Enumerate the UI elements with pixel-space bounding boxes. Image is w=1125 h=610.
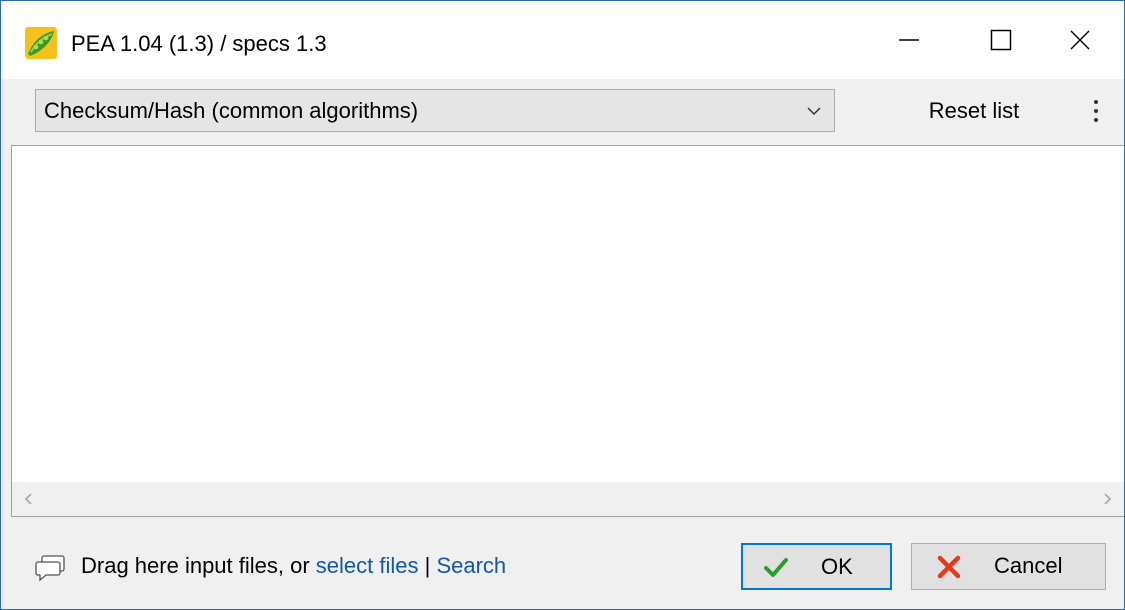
minimize-button[interactable]	[863, 1, 955, 79]
scroll-right-button[interactable]	[1090, 482, 1124, 516]
search-link[interactable]: Search	[436, 553, 506, 578]
reset-list-button[interactable]: Reset list	[919, 89, 1029, 132]
scroll-right-icon	[1104, 493, 1112, 505]
vertical-ellipsis-icon	[1094, 109, 1098, 113]
ok-button[interactable]: OK	[741, 543, 892, 590]
scroll-left-icon	[24, 493, 32, 505]
scroll-left-button[interactable]	[12, 482, 46, 516]
more-options-button[interactable]	[1081, 89, 1111, 132]
vertical-ellipsis-icon	[1094, 118, 1098, 122]
close-button[interactable]	[1035, 1, 1124, 79]
cancel-button[interactable]: Cancel	[911, 543, 1106, 590]
close-icon	[1069, 30, 1090, 50]
app-window: PEA 1.04 (1.3) / specs 1.3 Checksum/Hash…	[0, 0, 1125, 610]
input-files-panel[interactable]	[11, 145, 1124, 517]
maximize-button[interactable]	[955, 1, 1047, 79]
maximize-icon	[990, 29, 1012, 51]
window-title: PEA 1.04 (1.3) / specs 1.3	[71, 31, 327, 56]
title-bar[interactable]: PEA 1.04 (1.3) / specs 1.3	[1, 1, 1124, 79]
vertical-ellipsis-icon	[1094, 100, 1098, 104]
cross-icon	[937, 555, 961, 579]
select-files-link[interactable]: select files	[316, 553, 419, 578]
pea-pod-icon	[25, 27, 57, 59]
chevron-down-icon	[807, 107, 821, 116]
preset-dropdown[interactable]: Checksum/Hash (common algorithms)	[35, 89, 835, 132]
footer: Drag here input files, or select files |…	[1, 518, 1124, 609]
drop-hint: Drag here input files, or select files |…	[81, 550, 506, 582]
link-separator: |	[418, 553, 437, 578]
horizontal-scrollbar[interactable]	[12, 482, 1124, 516]
preset-dropdown-value: Checksum/Hash (common algorithms)	[44, 98, 419, 123]
ok-label: OK	[821, 554, 853, 579]
minimize-icon	[899, 39, 919, 41]
speech-bubble-icon	[35, 555, 65, 582]
cancel-label: Cancel	[994, 553, 1063, 578]
drop-hint-text: Drag here input files, or	[81, 553, 316, 578]
checkmark-icon	[764, 558, 788, 577]
toolbar: Checksum/Hash (common algorithms) Reset …	[1, 79, 1124, 145]
